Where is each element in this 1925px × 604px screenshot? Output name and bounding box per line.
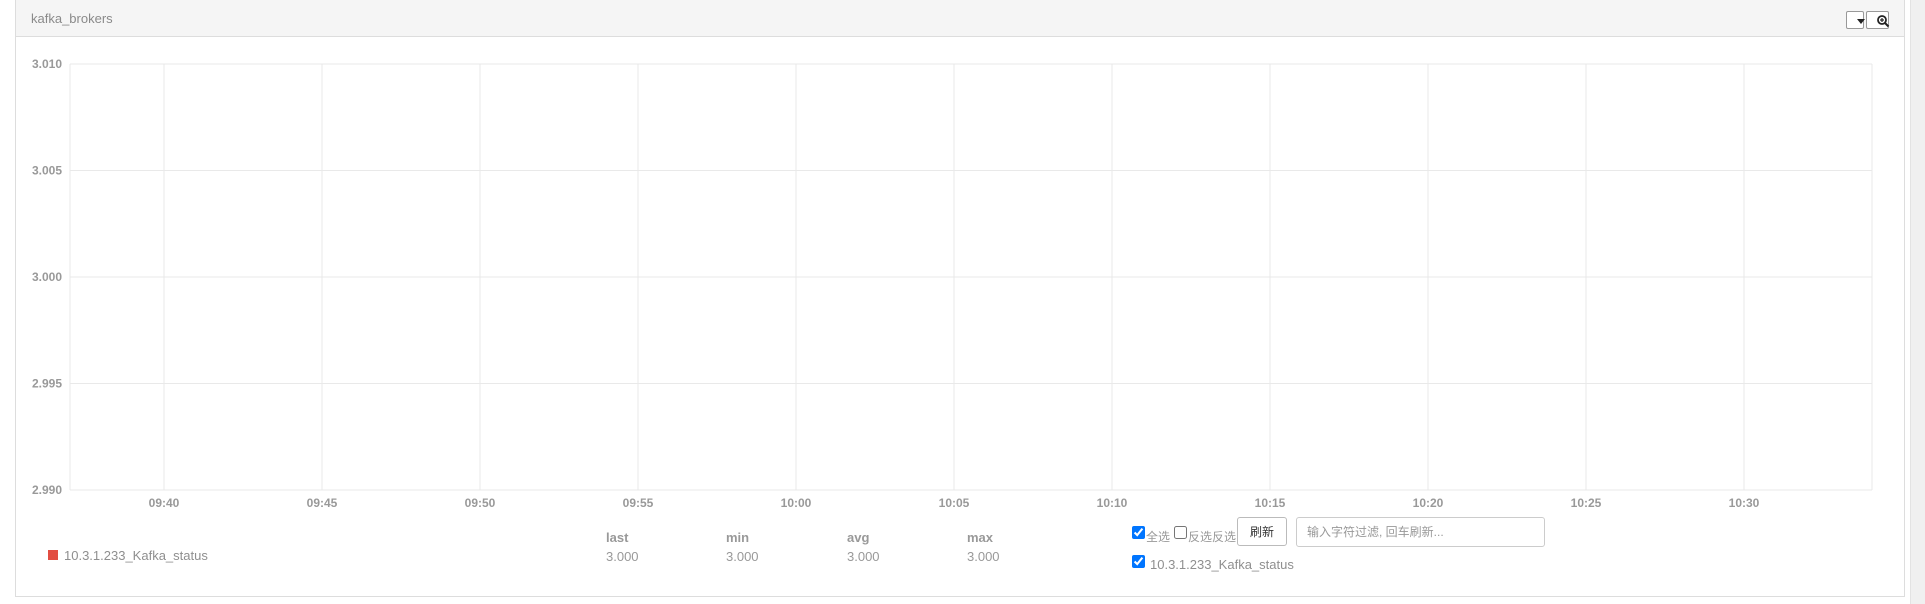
legend-value-avg: 3.000	[847, 549, 880, 564]
filter-input[interactable]	[1296, 517, 1545, 547]
legend-swatch	[48, 550, 58, 560]
y-tick-label: 3.010	[32, 57, 62, 71]
x-tick-label: 10:25	[1571, 496, 1602, 510]
x-tick-label: 09:45	[307, 496, 338, 510]
x-tick-label: 10:20	[1413, 496, 1444, 510]
legend-series-name[interactable]: 10.3.1.233_Kafka_status	[64, 548, 208, 563]
y-tick-label: 2.990	[32, 483, 62, 497]
select-all-label[interactable]: 全选	[1146, 528, 1170, 545]
x-tick-label: 09:40	[149, 496, 180, 510]
x-tick-label: 09:55	[623, 496, 654, 510]
invert-selection-label[interactable]: 反选反选	[1188, 528, 1236, 545]
y-tick-label: 3.005	[32, 164, 62, 178]
x-tick-label: 10:00	[781, 496, 812, 510]
legend-header-avg[interactable]: avg	[847, 530, 869, 545]
line-chart: 3.010 3.005 3.000 2.995 2.990 09:40 09:45 09:5…	[32, 57, 1873, 510]
x-tick-label: 10:15	[1255, 496, 1286, 510]
series-checkbox-label[interactable]: 10.3.1.233_Kafka_status	[1150, 557, 1294, 572]
page-scrollbar[interactable]	[1910, 0, 1925, 604]
legend-value-min: 3.000	[726, 549, 759, 564]
x-tick-label: 09:50	[465, 496, 496, 510]
legend-value-max: 3.000	[967, 549, 1000, 564]
legend-value-last: 3.000	[606, 549, 639, 564]
y-tick-label: 2.995	[32, 377, 62, 391]
y-tick-label: 3.000	[32, 270, 62, 284]
refresh-button[interactable]: 刷新	[1237, 517, 1287, 546]
x-tick-label: 10:10	[1097, 496, 1128, 510]
legend-header-min[interactable]: min	[726, 530, 749, 545]
x-tick-label: 10:05	[939, 496, 970, 510]
x-tick-label: 10:30	[1729, 496, 1760, 510]
series-checkbox[interactable]	[1132, 555, 1145, 568]
legend-header-max[interactable]: max	[967, 530, 993, 545]
legend-header-last[interactable]: last	[606, 530, 628, 545]
invert-selection-checkbox[interactable]	[1174, 526, 1187, 539]
select-all-checkbox[interactable]	[1132, 526, 1145, 539]
